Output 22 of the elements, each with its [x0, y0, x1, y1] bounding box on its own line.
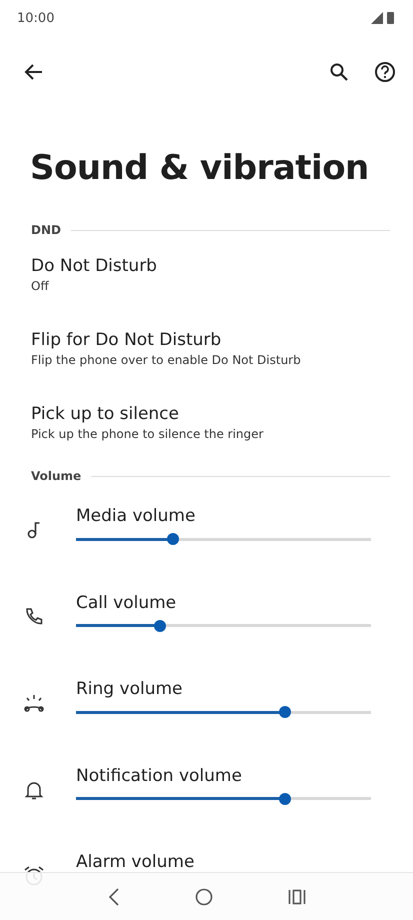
music-note-icon [27, 521, 41, 540]
status-time: 10:00 [17, 10, 54, 26]
home-nav-icon[interactable] [194, 888, 212, 906]
bell-icon [24, 780, 44, 800]
setting-item[interactable]: Flip for Do Not Disturb Flip the phone over to enable Do Not Disturb [0, 312, 413, 386]
setting-item[interactable]: Pick up to silence Pick up the phone to silence the ringer [0, 386, 413, 460]
recents-nav-icon[interactable] [288, 888, 306, 904]
search-icon [329, 62, 349, 82]
volume-label: Alarm volume [76, 852, 196, 874]
back-arrow-icon [24, 62, 44, 82]
volume-label: Ring volume [76, 679, 184, 701]
page-title: Sound & vibration [29, 147, 370, 190]
help-icon [374, 61, 396, 83]
setting-item[interactable]: Do Not Disturb Off [0, 238, 413, 312]
volume-label: Call volume [76, 592, 178, 614]
volume-label: Media volume [76, 506, 196, 528]
phone-icon [24, 606, 44, 627]
section-header: Volume [31, 469, 82, 483]
section-header: DND [31, 223, 61, 237]
ringing-phone-icon [23, 694, 45, 712]
volume-label: Notification volume [76, 766, 243, 788]
back-nav-icon[interactable] [108, 888, 120, 906]
